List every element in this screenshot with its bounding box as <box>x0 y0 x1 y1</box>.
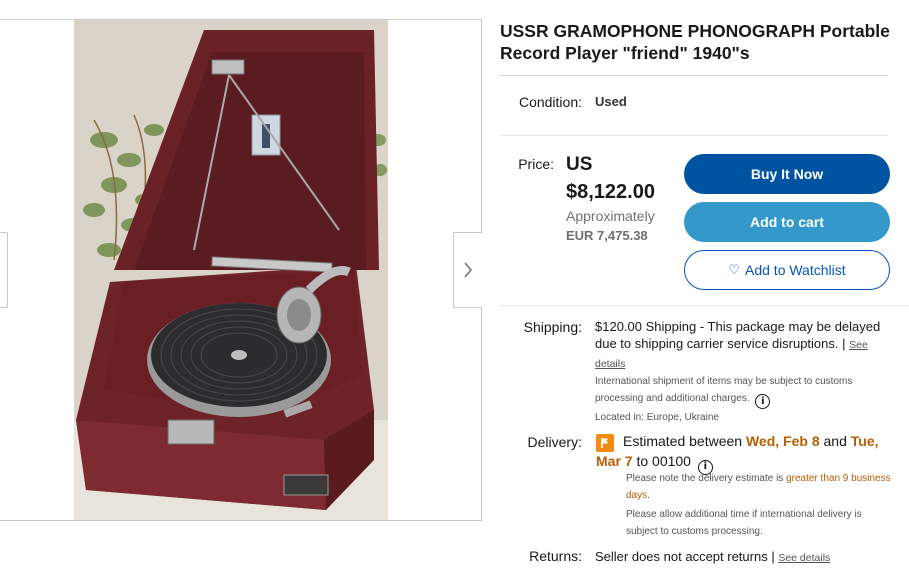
gramophone-photo <box>74 20 388 520</box>
next-image-button[interactable] <box>453 232 482 308</box>
add-to-cart-label: Add to cart <box>750 214 824 230</box>
product-image[interactable] <box>74 20 388 520</box>
delivery-label: Delivery: <box>527 434 582 450</box>
item-title: USSR GRAMOPHONE PHONOGRAPH Portable Reco… <box>500 21 890 63</box>
add-to-cart-button[interactable]: Add to cart <box>684 202 890 242</box>
international-shipment-text: International shipment of items may be s… <box>595 376 853 404</box>
condition-value: Used <box>595 94 627 109</box>
shipping-text: $120.00 Shipping - This package may be d… <box>595 319 881 351</box>
shipping-label: Shipping: <box>523 319 582 335</box>
price-approximately-label: Approximately <box>566 208 655 224</box>
delivery-start-date: Wed, Feb 8 <box>745 433 820 449</box>
divider <box>500 305 909 306</box>
info-icon[interactable]: i <box>755 394 771 409</box>
divider <box>500 135 887 136</box>
image-gallery <box>0 19 482 521</box>
flag-icon <box>596 434 614 452</box>
shipping-info: $120.00 Shipping - This package may be d… <box>595 318 885 373</box>
price-converted: EUR 7,475.38 <box>566 228 648 243</box>
delivery-and: and <box>819 433 851 449</box>
price-currency: US <box>566 154 593 175</box>
returns-info: Seller does not accept returns | See det… <box>595 549 830 564</box>
returns-text: Seller does not accept returns | <box>595 549 775 564</box>
add-to-watchlist-label: Add to Watchlist <box>745 262 846 278</box>
buy-it-now-label: Buy It Now <box>750 166 824 182</box>
delivery-prefix: Estimated between <box>623 433 746 449</box>
delivery-estimate: Estimated between Wed, Feb 8 and Tue, Ma… <box>596 432 886 475</box>
customs-delivery-note: Please allow additional time if internat… <box>626 509 862 537</box>
heart-icon: ♡ <box>728 262 740 277</box>
item-location: Located in: Europe, Ukraine <box>595 412 719 423</box>
divider <box>500 75 887 76</box>
price-label: Price: <box>518 156 554 172</box>
chevron-right-icon <box>464 262 473 278</box>
delivery-estimate-note: Please note the delivery estimate is gre… <box>626 470 891 504</box>
buy-it-now-button[interactable]: Buy It Now <box>684 154 890 194</box>
returns-label: Returns: <box>529 548 582 564</box>
delivery-note-suffix: . <box>647 490 650 501</box>
international-shipment-note: International shipment of items may be s… <box>595 373 890 409</box>
previous-image-button[interactable] <box>0 232 8 308</box>
add-to-watchlist-button[interactable]: ♡ Add to Watchlist <box>684 250 890 290</box>
price-amount: $8,122.00 <box>566 181 655 203</box>
returns-see-details-link[interactable]: See details <box>778 552 830 564</box>
delivery-zip: to 00100 <box>632 453 691 469</box>
condition-label: Condition: <box>518 94 582 110</box>
delivery-note-prefix: Please note the delivery estimate is <box>626 473 787 484</box>
